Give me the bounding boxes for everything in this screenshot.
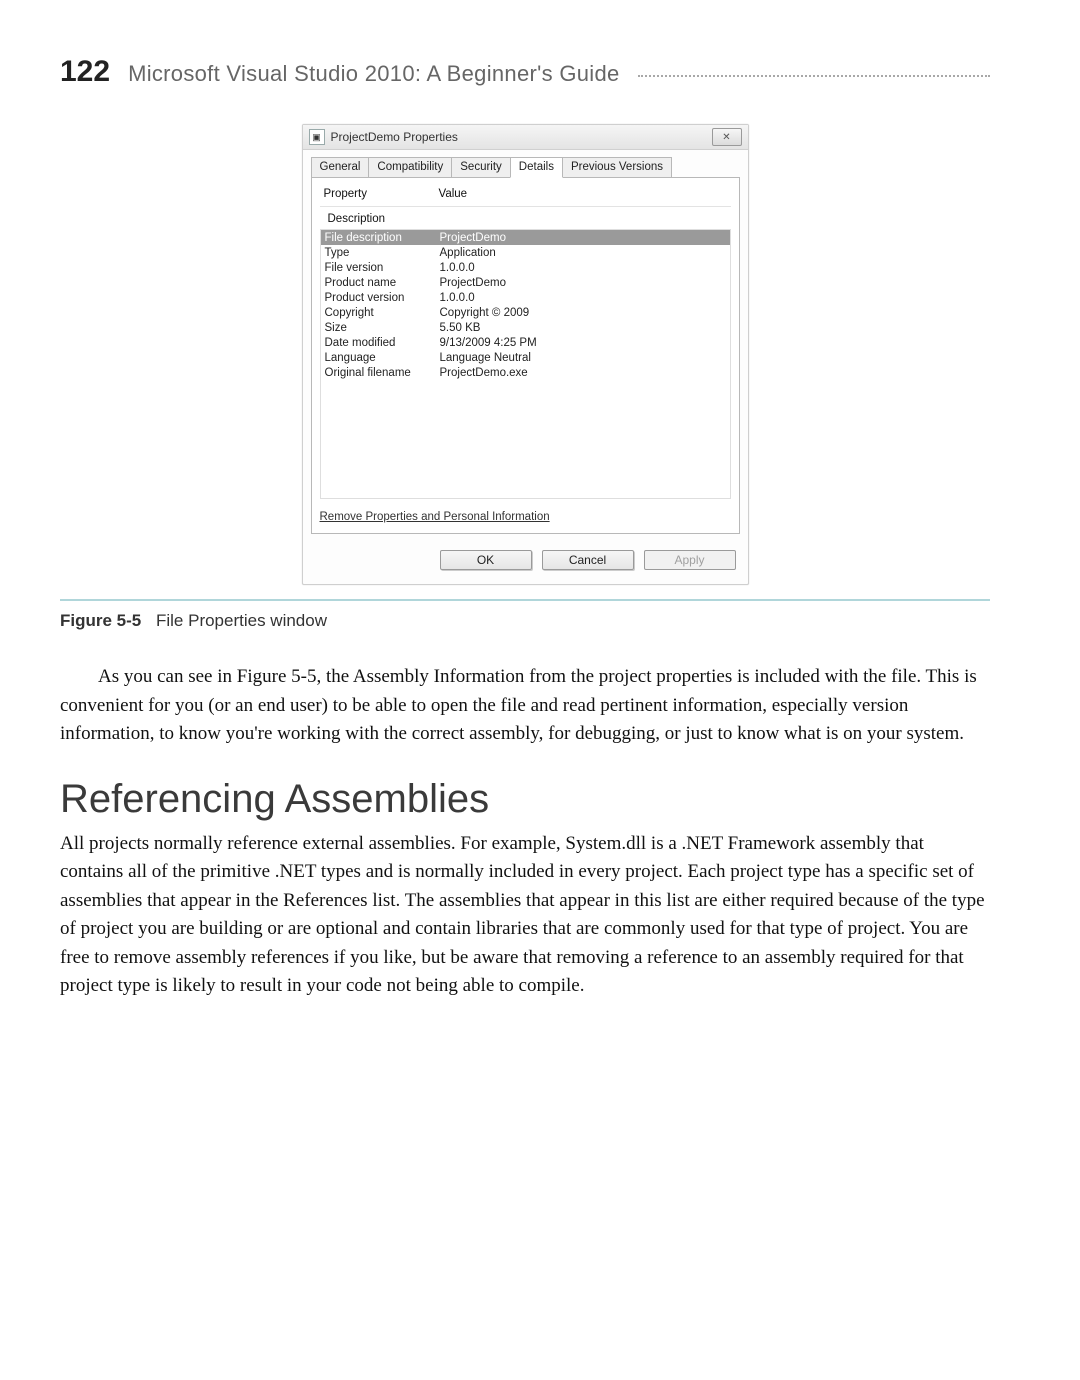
header-leader-dots (638, 75, 990, 77)
property-row[interactable]: File version1.0.0.0 (321, 260, 730, 275)
tab-previous-versions[interactable]: Previous Versions (562, 157, 672, 178)
details-tab-panel: Property Value Description File descript… (311, 177, 740, 534)
property-row[interactable]: Product nameProjectDemo (321, 275, 730, 290)
property-value: ProjectDemo (440, 277, 726, 289)
property-row[interactable]: File descriptionProjectDemo (321, 230, 730, 245)
property-row[interactable]: TypeApplication (321, 245, 730, 260)
property-value: ProjectDemo (440, 232, 726, 244)
property-row[interactable]: LanguageLanguage Neutral (321, 350, 730, 365)
property-name: Product version (325, 292, 440, 304)
ok-button[interactable]: OK (440, 550, 532, 570)
dialog-button-row: OK Cancel Apply (303, 542, 748, 584)
property-row[interactable]: Product version1.0.0.0 (321, 290, 730, 305)
properties-dialog: ▣ ProjectDemo Properties ✕ GeneralCompat… (302, 124, 749, 585)
dialog-title: ProjectDemo Properties (331, 130, 458, 144)
figure-caption-text: File Properties window (156, 611, 327, 630)
property-name: Date modified (325, 337, 440, 349)
remove-properties-link[interactable]: Remove Properties and Personal Informati… (320, 511, 731, 523)
properties-header: Property Value (320, 188, 731, 207)
tab-details[interactable]: Details (510, 157, 563, 178)
properties-list[interactable]: File descriptionProjectDemoTypeApplicati… (320, 229, 731, 499)
property-name: Copyright (325, 307, 440, 319)
tab-security[interactable]: Security (451, 157, 511, 178)
property-name: File version (325, 262, 440, 274)
apply-button: Apply (644, 550, 736, 570)
property-value: Copyright © 2009 (440, 307, 726, 319)
property-row[interactable]: CopyrightCopyright © 2009 (321, 305, 730, 320)
column-value: Value (439, 188, 468, 200)
app-icon: ▣ (309, 129, 325, 145)
property-name: Size (325, 322, 440, 334)
column-property: Property (324, 188, 439, 200)
property-name: Product name (325, 277, 440, 289)
close-button[interactable]: ✕ (712, 128, 742, 146)
property-name: Type (325, 247, 440, 259)
property-value: 5.50 KB (440, 322, 726, 334)
page-number: 122 (60, 55, 110, 89)
property-value: 9/13/2009 4:25 PM (440, 337, 726, 349)
section-heading: Referencing Assemblies (60, 777, 990, 822)
property-row[interactable]: Original filenameProjectDemo.exe (321, 365, 730, 380)
property-name: Language (325, 352, 440, 364)
figure-divider (60, 599, 990, 601)
property-value: Language Neutral (440, 352, 726, 364)
cancel-button[interactable]: Cancel (542, 550, 634, 570)
property-value: Application (440, 247, 726, 259)
property-value: 1.0.0.0 (440, 262, 726, 274)
property-name: Original filename (325, 367, 440, 379)
tab-general[interactable]: General (311, 157, 370, 178)
figure-label: Figure 5-5 (60, 611, 141, 630)
paragraph-1: As you can see in Figure 5-5, the Assemb… (60, 663, 990, 749)
property-value: ProjectDemo.exe (440, 367, 726, 379)
paragraph-2: All projects normally reference external… (60, 830, 990, 1001)
running-header: 122 Microsoft Visual Studio 2010: A Begi… (60, 55, 990, 89)
group-description: Description (320, 211, 731, 227)
property-value: 1.0.0.0 (440, 292, 726, 304)
property-name: File description (325, 232, 440, 244)
property-row[interactable]: Size5.50 KB (321, 320, 730, 335)
tab-compatibility[interactable]: Compatibility (368, 157, 452, 178)
figure-caption: Figure 5-5 File Properties window (60, 611, 990, 631)
book-title: Microsoft Visual Studio 2010: A Beginner… (128, 61, 619, 87)
dialog-titlebar: ▣ ProjectDemo Properties ✕ (303, 125, 748, 150)
property-row[interactable]: Date modified9/13/2009 4:25 PM (321, 335, 730, 350)
tab-strip: GeneralCompatibilitySecurityDetailsPrevi… (311, 156, 740, 177)
